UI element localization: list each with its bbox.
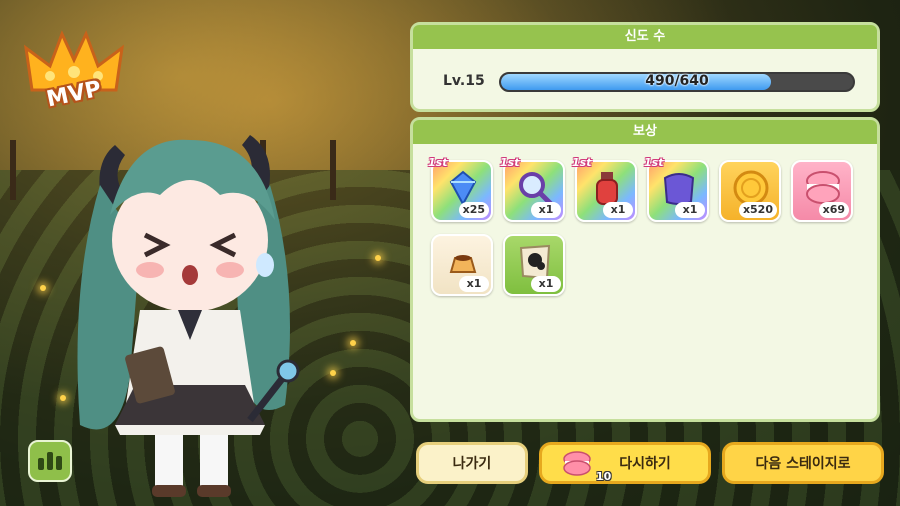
reward-item-pudding[interactable]: x1 — [431, 234, 493, 296]
character-illustration — [77, 135, 300, 497]
progress-text: 490/640 — [645, 73, 709, 89]
item-quantity: x1 — [531, 276, 561, 292]
firefly — [330, 370, 336, 376]
retry-label: 다시하기 — [619, 456, 671, 472]
item-quantity: x1 — [675, 202, 705, 218]
item-quantity: x1 — [531, 202, 561, 218]
fence-post — [10, 140, 16, 200]
item-quantity: x25 — [458, 202, 489, 218]
reward-item-magnifier[interactable]: 1st x1 — [500, 156, 565, 222]
item-quantity: x520 — [738, 202, 777, 218]
first-clear-badge: 1st — [644, 156, 664, 169]
next-stage-button[interactable]: 다음 스테이지로 — [722, 442, 884, 484]
reward-item-blue-gem[interactable]: 1st x25 — [428, 156, 493, 222]
bar-chart-icon — [56, 456, 62, 470]
devotion-panel: 신도 수 Lv.15 490/640 — [410, 22, 880, 112]
reward-item-purple-cloth[interactable]: 1st x1 — [644, 156, 709, 222]
reward-item-gold-coin[interactable]: x520 — [719, 160, 781, 222]
retry-button[interactable]: 10 다시하기 — [539, 442, 711, 484]
reward-panel: 보상 1st x25 1st x1 1st x1 1st x1 x520 x69 x1 x1 — [410, 117, 880, 422]
next-stage-label: 다음 스테이지로 — [755, 456, 851, 472]
devotion-title: 신도 수 — [413, 25, 877, 49]
bar-chart-icon — [38, 458, 44, 470]
reward-item-potion-bottle[interactable]: 1st x1 — [572, 156, 637, 222]
stats-button[interactable] — [28, 440, 72, 482]
first-clear-badge: 1st — [428, 156, 448, 169]
exit-button[interactable]: 나가기 — [416, 442, 528, 484]
item-quantity: x1 — [459, 276, 489, 292]
fence-post — [330, 140, 336, 200]
retry-cost: 10 — [596, 470, 612, 483]
mvp-crown: MVP — [22, 30, 126, 126]
firefly — [375, 255, 381, 261]
item-quantity: x69 — [818, 202, 849, 218]
bar-chart-icon — [47, 452, 53, 470]
first-clear-badge: 1st — [500, 156, 520, 169]
level-label: Lv.15 — [443, 73, 485, 89]
item-quantity: x1 — [603, 202, 633, 218]
reward-title: 보상 — [413, 120, 877, 144]
reward-item-macaron[interactable]: x69 — [791, 160, 853, 222]
firefly — [350, 340, 356, 346]
macaron-icon: 10 — [562, 451, 611, 485]
reward-item-map-scroll[interactable]: x1 — [503, 234, 565, 296]
exit-label: 나가기 — [452, 456, 492, 472]
firefly — [40, 285, 46, 291]
first-clear-badge: 1st — [572, 156, 592, 169]
